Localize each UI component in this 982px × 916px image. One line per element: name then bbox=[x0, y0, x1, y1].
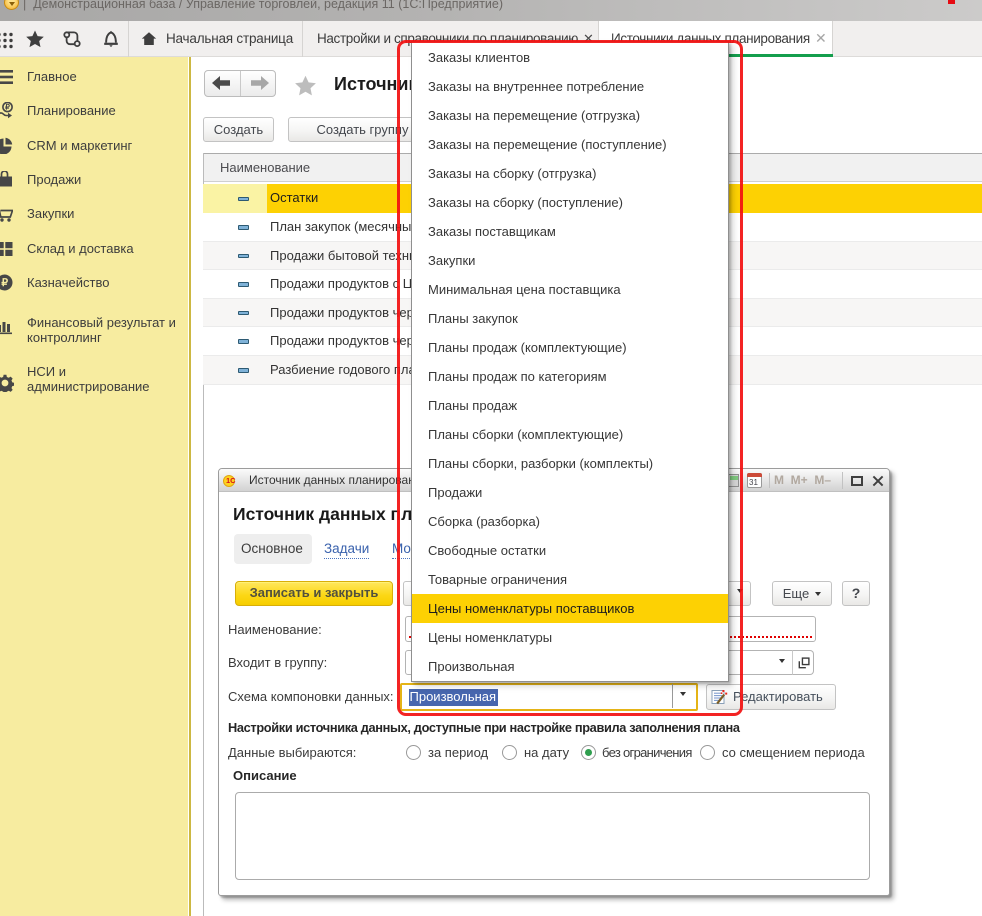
svg-text:₽: ₽ bbox=[1, 277, 8, 289]
svg-text:₽: ₽ bbox=[5, 103, 10, 112]
